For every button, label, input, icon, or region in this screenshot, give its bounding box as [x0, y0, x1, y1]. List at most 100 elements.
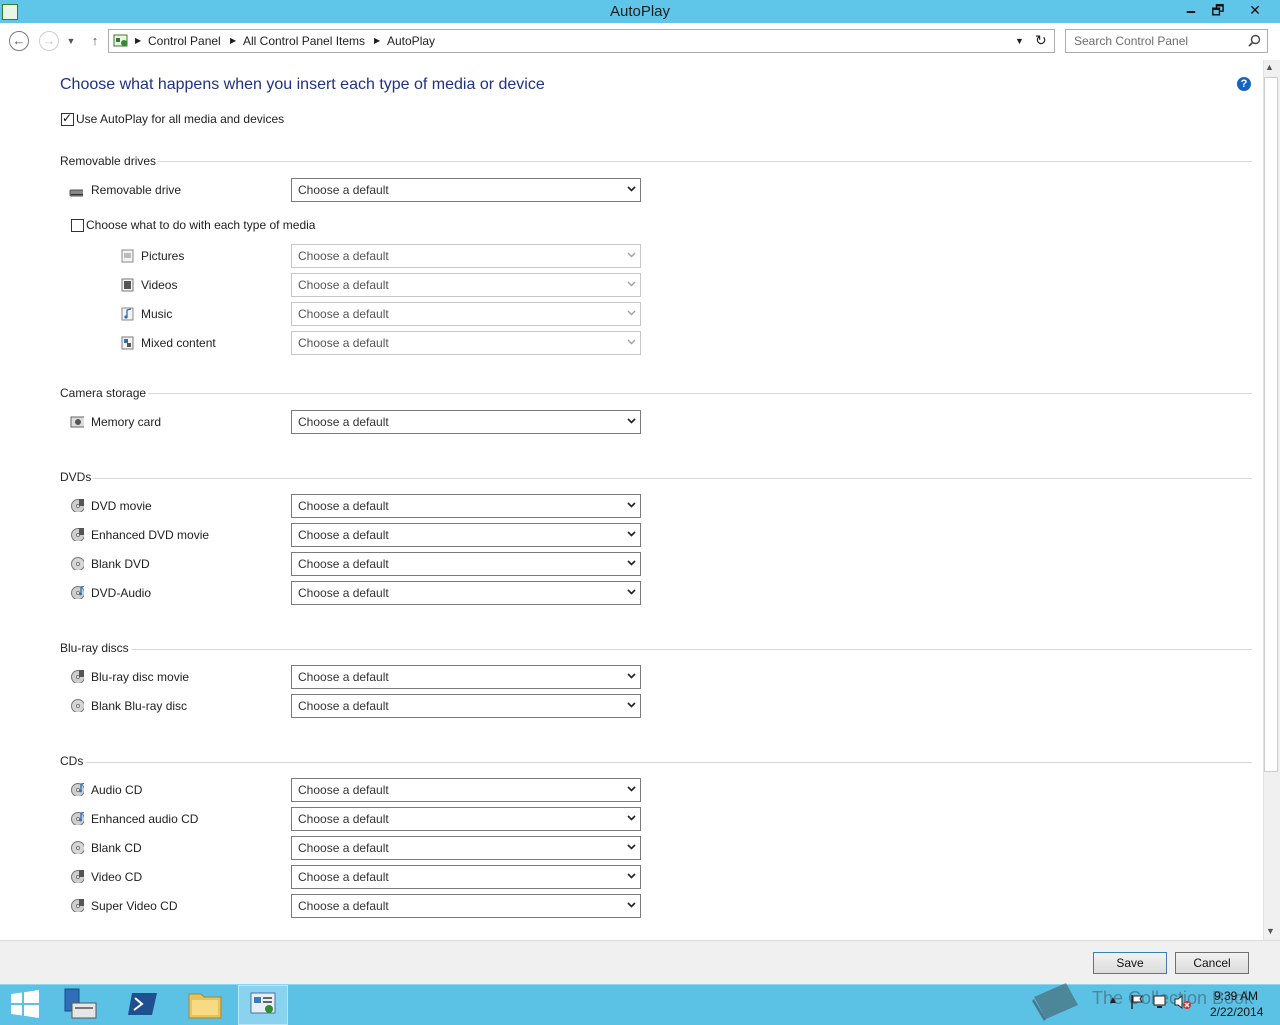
server-manager-icon[interactable]	[64, 988, 98, 1020]
audio-cd-select[interactable]: Choose a default	[291, 778, 641, 802]
videos-select[interactable]: Choose a default	[291, 273, 641, 297]
chevron-down-icon	[627, 281, 636, 287]
breadcrumb-separator-icon: ▶	[374, 36, 381, 45]
choose-each-media-checkbox[interactable]	[71, 219, 84, 232]
show-hidden-icons-icon[interactable]: ▲	[1108, 995, 1118, 1006]
address-bar[interactable]: ▶ Control Panel ▶ All Control Panel Item…	[108, 29, 1055, 53]
enhanced-audio-cd-select[interactable]: Choose a default	[291, 807, 641, 831]
volume-muted-icon[interactable]	[1174, 994, 1192, 1010]
up-button[interactable]: ↑	[85, 31, 105, 51]
breadcrumb-autoplay[interactable]: AutoPlay	[387, 34, 435, 48]
section-removable-drives: Removable drives	[60, 154, 157, 168]
chevron-down-icon	[627, 252, 636, 258]
blank-dvd-label: Blank DVD	[91, 557, 150, 571]
mixed-content-icon	[121, 336, 134, 350]
breadcrumb-all-items[interactable]: All Control Panel Items	[243, 34, 365, 48]
video-cd-select[interactable]: Choose a default	[291, 865, 641, 889]
search-box[interactable]: Search Control Panel	[1065, 29, 1268, 53]
help-icon[interactable]: ?	[1237, 77, 1251, 91]
divider	[148, 393, 1252, 394]
taskbar-autoplay-button[interactable]	[238, 985, 288, 1025]
pictures-select[interactable]: Choose a default	[291, 244, 641, 268]
videos-label: Videos	[141, 278, 178, 292]
super-video-cd-label: Super Video CD	[91, 899, 178, 913]
video-cd-icon	[71, 870, 84, 883]
clock-date[interactable]: 2/22/2014	[1210, 1005, 1263, 1019]
choose-each-media-label[interactable]: Choose what to do with each type of medi…	[86, 218, 315, 232]
chevron-down-icon	[627, 560, 636, 566]
mixed-content-select[interactable]: Choose a default	[291, 331, 641, 355]
recent-locations-chevron-icon[interactable]: ▼	[63, 31, 79, 51]
use-autoplay-checkbox[interactable]	[61, 111, 74, 126]
minimize-button[interactable]: 🗕	[1178, 0, 1204, 21]
use-autoplay-label[interactable]: Use AutoPlay for all media and devices	[76, 112, 284, 126]
title-bar: AutoPlay 🗕 🗗 ✕	[0, 0, 1280, 23]
divider	[93, 478, 1252, 479]
audio-cd-label: Audio CD	[91, 783, 143, 797]
cancel-button[interactable]: Cancel	[1175, 952, 1249, 974]
video-cd-label: Video CD	[91, 870, 143, 884]
mixed-content-label: Mixed content	[141, 336, 216, 350]
dvd-audio-label: DVD-Audio	[91, 586, 152, 600]
removable-drive-select[interactable]: Choose a default	[291, 178, 641, 202]
enhanced-dvd-movie-select[interactable]: Choose a default	[291, 523, 641, 547]
chevron-down-icon	[627, 310, 636, 316]
windows-start-icon[interactable]	[10, 990, 40, 1018]
scroll-up-icon[interactable]: ▲	[1265, 62, 1274, 72]
search-icon[interactable]	[1248, 34, 1261, 47]
divider	[132, 649, 1252, 650]
dvd-movie-icon	[71, 499, 84, 512]
removable-drive-label: Removable drive	[91, 183, 182, 197]
chevron-down-icon	[627, 502, 636, 508]
section-bluray-discs: Blu-ray discs	[60, 641, 129, 655]
file-explorer-icon[interactable]	[188, 988, 222, 1020]
chevron-down-icon	[627, 902, 636, 908]
chevron-down-icon	[627, 339, 636, 345]
restore-button[interactable]: 🗗	[1205, 0, 1231, 21]
clock-time[interactable]: 9:39 AM	[1214, 989, 1258, 1003]
super-video-cd-select[interactable]: Choose a default	[291, 894, 641, 918]
footer-bar	[0, 940, 1280, 985]
chevron-down-icon	[627, 531, 636, 537]
blank-dvd-icon	[71, 557, 84, 570]
memory-card-icon	[70, 416, 84, 428]
dvd-movie-label: DVD movie	[91, 499, 152, 513]
blank-dvd-select[interactable]: Choose a default	[291, 552, 641, 576]
dvd-audio-icon	[71, 585, 84, 599]
scroll-down-icon[interactable]: ▼	[1266, 926, 1275, 936]
back-button[interactable]: ←	[9, 31, 29, 51]
save-button[interactable]: Save	[1093, 952, 1167, 974]
chevron-down-icon	[627, 418, 636, 424]
chevron-down-icon	[627, 673, 636, 679]
breadcrumb-control-panel[interactable]: Control Panel	[148, 34, 221, 48]
dvd-movie-select[interactable]: Choose a default	[291, 494, 641, 518]
scrollbar-thumb[interactable]	[1264, 77, 1278, 772]
blank-cd-label: Blank CD	[91, 841, 142, 855]
powershell-icon[interactable]	[128, 990, 158, 1018]
divider	[158, 161, 1252, 162]
bluray-movie-label: Blu-ray disc movie	[91, 670, 190, 684]
chevron-down-icon	[627, 786, 636, 792]
section-dvds: DVDs	[60, 470, 92, 484]
action-center-flag-icon[interactable]	[1130, 994, 1144, 1010]
videos-icon	[121, 278, 134, 292]
book-watermark-icon	[1032, 983, 1078, 1021]
refresh-icon[interactable]: ↻	[1035, 32, 1047, 49]
music-select[interactable]: Choose a default	[291, 302, 641, 326]
search-input[interactable]: Search Control Panel	[1074, 34, 1188, 48]
network-icon[interactable]	[1153, 994, 1169, 1010]
bluray-movie-select[interactable]: Choose a default	[291, 665, 641, 689]
blank-cd-select[interactable]: Choose a default	[291, 836, 641, 860]
chevron-down-icon	[627, 702, 636, 708]
blank-bluray-select[interactable]: Choose a default	[291, 694, 641, 718]
super-video-cd-icon	[71, 899, 84, 912]
memory-card-select[interactable]: Choose a default	[291, 410, 641, 434]
section-camera-storage: Camera storage	[60, 386, 147, 400]
pictures-icon	[121, 249, 134, 263]
address-dropdown-icon[interactable]: ▼	[1015, 36, 1024, 46]
close-button[interactable]: ✕	[1240, 0, 1270, 21]
forward-button[interactable]: →	[39, 31, 59, 51]
dvd-audio-select[interactable]: Choose a default	[291, 581, 641, 605]
blank-bluray-label: Blank Blu-ray disc	[91, 699, 188, 713]
chevron-down-icon	[627, 589, 636, 595]
